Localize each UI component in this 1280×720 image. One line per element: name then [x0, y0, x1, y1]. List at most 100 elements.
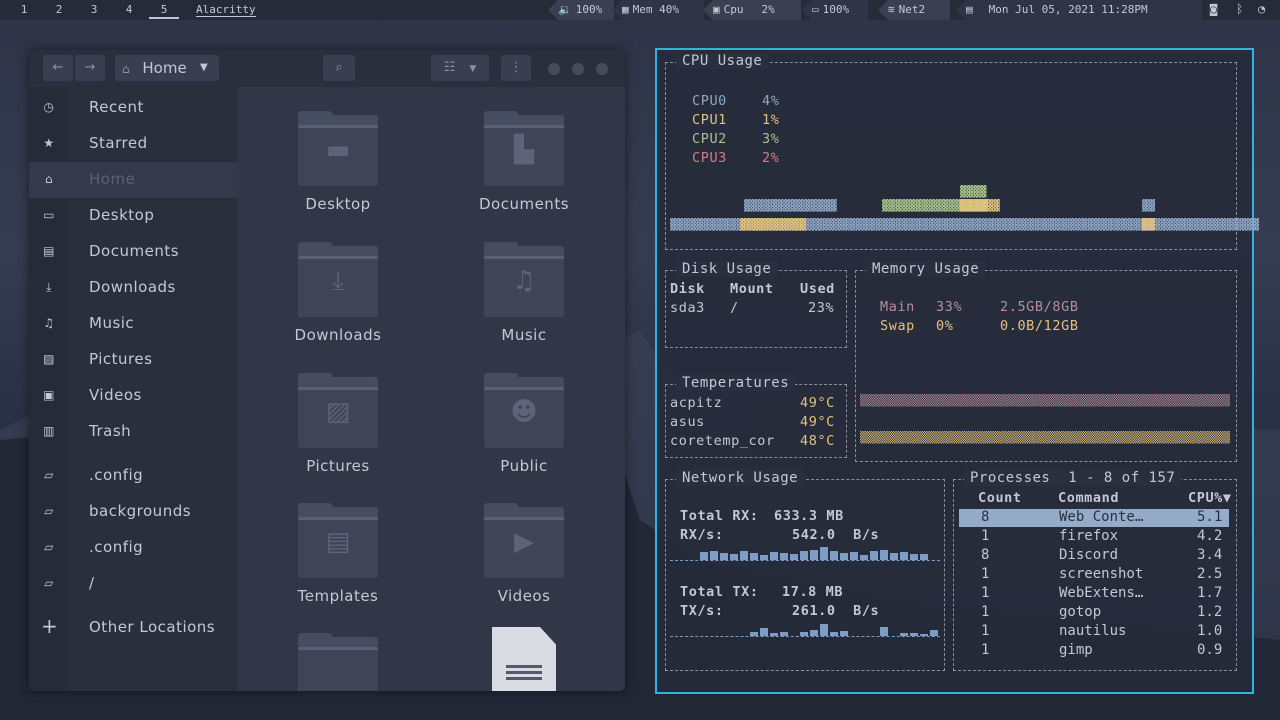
trash-icon: ▥: [43, 424, 55, 438]
sidebar-item-2[interactable]: ⌂ Home: [29, 162, 238, 198]
window-title: Alacritty: [196, 3, 256, 17]
cpu-graph-segment: ▓▓: [1142, 218, 1156, 231]
sidebar-item-label: Videos: [89, 386, 142, 404]
cpu-usage-box: CPU Usage CPU0 4% CPU1 1% CPU2 3% CPU3 2% ▓▓▓▓ ▓…: [665, 53, 1259, 250]
folder-desktop[interactable]: ▬: [298, 111, 378, 186]
sidebar-item-7[interactable]: ▨ Pictures: [29, 342, 238, 378]
sidebar-item-label: .config: [89, 538, 144, 556]
process-row[interactable]: 1 gotop 1.2: [959, 604, 1229, 622]
folder-downloads[interactable]: ⤓: [298, 242, 378, 317]
search-button[interactable]: ⌕: [323, 55, 355, 81]
folder-public[interactable]: ☻: [484, 373, 564, 448]
public-folder-icon: ☻: [510, 397, 538, 427]
maximize-button[interactable]: [572, 63, 584, 75]
proc-header-command[interactable]: Command: [1058, 490, 1119, 506]
terminal-window[interactable]: CPU Usage CPU0 4% CPU1 1% CPU2 3% CPU3 2% ▓▓▓▓ ▓…: [655, 48, 1259, 694]
folder-videos[interactable]: ▶: [484, 503, 564, 578]
clock-widget[interactable]: ▤ Mon Jul 05, 2021 11:28PM: [956, 0, 1202, 20]
process-cell: 2.5: [1197, 566, 1223, 582]
sidebar-item-label: /: [89, 574, 95, 592]
minimize-button[interactable]: [548, 63, 560, 75]
sidebar-item-0[interactable]: ◷ Recent: [29, 90, 238, 126]
volume-widget[interactable]: 🔉 100%: [548, 0, 614, 20]
disk-row-name: sda3: [670, 300, 705, 316]
clock-icon: ◷: [43, 100, 55, 114]
memory-swap-graph: ▒▒▒▒▒▒▒▒▒▒▒▒▒▒▒▒▒▒▒▒▒▒▒▒▒▒▒▒▒▒▒▒▒▒▒▒▒▒▒▒…: [860, 431, 1230, 444]
process-row[interactable]: 1 firefox 4.2: [959, 528, 1229, 546]
sidebar-item-13[interactable]: ▱ /: [29, 566, 238, 602]
sidebar-item-label: Trash: [89, 422, 132, 440]
process-row[interactable]: 1 screenshot 2.5: [959, 566, 1229, 584]
sidebar-item-9[interactable]: ▥ Trash: [29, 414, 238, 450]
view-options-button[interactable]: ☷ ▼: [431, 55, 489, 81]
folder-music[interactable]: ♫: [484, 242, 564, 317]
music-icon: ♫: [43, 316, 55, 330]
folder-label[interactable]: Desktop: [268, 195, 408, 213]
cpu-graph: ▓▓▓▓ ▓▓▓▓▓▓▓▓▓▓▓▓▓▓ ▓▓▓▓▓▓▓▓▓▓▓▓▓▓▓▓ ▓▓▓▓▓▓…: [670, 185, 1259, 245]
folder-label[interactable]: Videos: [454, 587, 594, 605]
sparkline-bar: [760, 628, 768, 636]
process-row[interactable]: 1 gimp 0.9: [959, 642, 1229, 660]
folder-pictures[interactable]: ▨: [298, 373, 378, 448]
menu-button[interactable]: ⋮: [501, 55, 531, 81]
back-button[interactable]: ←: [43, 55, 73, 81]
folder-templates[interactable]: ▤: [298, 503, 378, 578]
sidebar-item-label: .config: [89, 466, 144, 484]
discord-tray-icon[interactable]: ◙: [1210, 2, 1217, 16]
chevron-down-icon[interactable]: ▼: [200, 55, 208, 81]
workspace-4[interactable]: 4: [114, 3, 144, 16]
sidebar-item-8[interactable]: ▣ Videos: [29, 378, 238, 414]
folder-icon: ▱: [44, 576, 54, 590]
temp-sensor-value: 49°C: [800, 395, 835, 411]
workspace-1[interactable]: 1: [9, 3, 39, 16]
forward-button[interactable]: →: [75, 55, 105, 81]
download-icon: ⤓: [46, 280, 52, 294]
downloads-folder-icon: ⤓: [332, 266, 344, 296]
sparkline-bar: [780, 553, 788, 560]
sidebar-item-14[interactable]: + Other Locations: [29, 610, 238, 646]
tray-status-icon[interactable]: ◔: [1258, 2, 1265, 16]
documents-folder-icon: ▙: [514, 135, 534, 165]
folder-label[interactable]: Music: [454, 326, 594, 344]
sidebar-item-6[interactable]: ♫ Music: [29, 306, 238, 342]
process-cell: 8: [981, 509, 990, 525]
sparkline-bar: [820, 547, 828, 560]
workspace-5[interactable]: 5: [149, 3, 179, 19]
folder-documents[interactable]: ▙: [484, 111, 564, 186]
proc-header-count[interactable]: Count: [978, 490, 1022, 506]
location-home-button[interactable]: ⌂ Home ▼: [115, 55, 219, 81]
network-widget[interactable]: ≋ Net2: [878, 0, 950, 20]
close-button[interactable]: [596, 63, 608, 75]
temp-sensor-value: 49°C: [800, 414, 835, 430]
bluetooth-tray-icon[interactable]: ᛒ: [1236, 2, 1243, 16]
folder-label[interactable]: Documents: [454, 195, 594, 213]
sidebar-item-12[interactable]: ▱ .config: [29, 530, 238, 566]
workspace-2[interactable]: 2: [44, 3, 74, 16]
workspace-3[interactable]: 3: [79, 3, 109, 16]
list-view-icon: ☷: [443, 60, 456, 75]
process-row[interactable]: 1 nautilus 1.0: [959, 623, 1229, 641]
sidebar-item-5[interactable]: ⤓ Downloads: [29, 270, 238, 306]
folder-label[interactable]: Public: [454, 457, 594, 475]
process-cell: 5.1: [1197, 509, 1223, 525]
process-row[interactable]: 1 WebExtens… 1.7: [959, 585, 1229, 603]
folder-label[interactable]: Pictures: [268, 457, 408, 475]
temp-sensor-name: asus: [670, 414, 705, 430]
sidebar-item-10[interactable]: ▱ .config: [29, 458, 238, 494]
sparkline-bar: [790, 554, 798, 560]
text-file-icon[interactable]: [492, 627, 556, 691]
sidebar-item-1[interactable]: ★ Starred: [29, 126, 238, 162]
total-tx-value: 17.8 MB: [782, 584, 844, 600]
process-row[interactable]: 8 Web Conte… 5.1: [959, 509, 1229, 527]
process-row[interactable]: 8 Discord 3.4: [959, 547, 1229, 565]
sparkline-bar: [740, 551, 748, 560]
sidebar-item-4[interactable]: ▤ Documents: [29, 234, 238, 270]
sidebar-item-3[interactable]: ▭ Desktop: [29, 198, 238, 234]
folder-partial[interactable]: [298, 633, 378, 691]
folder-label[interactable]: Downloads: [268, 326, 408, 344]
sidebar-item-11[interactable]: ▱ backgrounds: [29, 494, 238, 530]
desktop-folder-icon: ▬: [325, 135, 351, 165]
proc-header-cpu[interactable]: CPU%▼: [1188, 490, 1232, 506]
chevron-down-icon: ▼: [469, 64, 477, 74]
folder-label[interactable]: Templates: [268, 587, 408, 605]
